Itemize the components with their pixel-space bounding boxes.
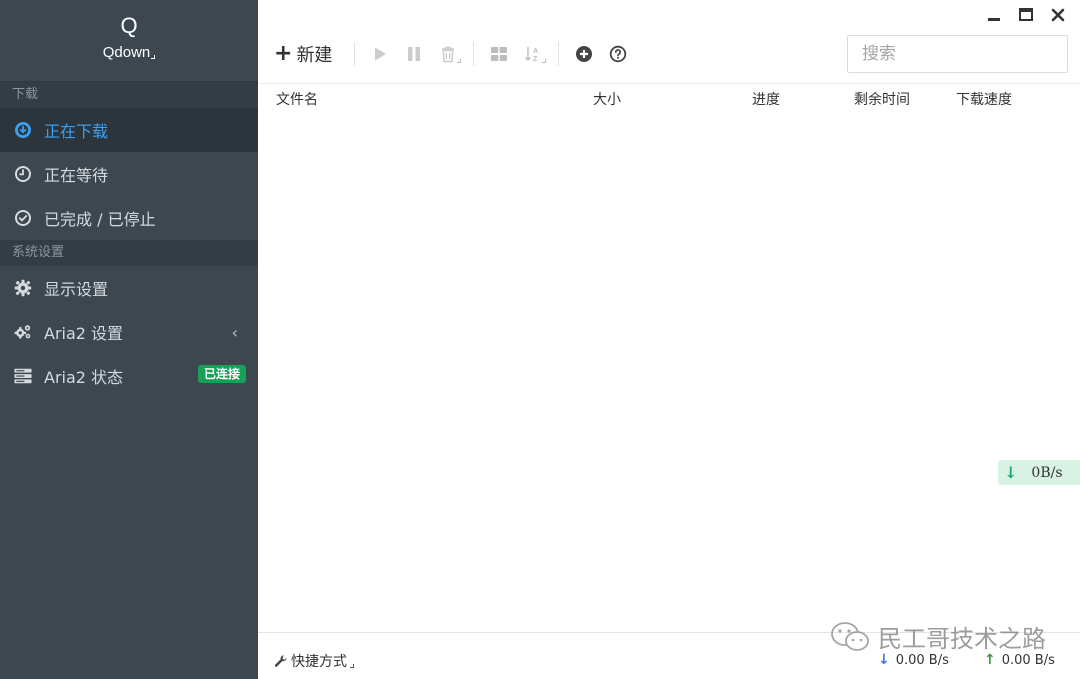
maximize-icon bbox=[1019, 8, 1033, 21]
pause-button[interactable] bbox=[399, 39, 429, 69]
add-button[interactable] bbox=[569, 39, 599, 69]
brand: Q Qdown bbox=[0, 0, 258, 82]
shortcut-menu[interactable]: 快捷方式 bbox=[274, 651, 354, 671]
sort-button[interactable]: AZ bbox=[518, 39, 548, 69]
grid-icon bbox=[491, 47, 508, 61]
maximize-button[interactable] bbox=[1010, 4, 1042, 26]
clock-icon bbox=[14, 165, 32, 183]
sidebar-item-label: 正在等待 bbox=[44, 166, 109, 185]
floating-speed-value: 0B/s bbox=[1031, 464, 1063, 481]
sidebar-item-downloading[interactable]: 正在下载 bbox=[0, 108, 258, 152]
column-header-progress[interactable]: 进度 bbox=[752, 89, 780, 109]
app-logo: Q bbox=[120, 13, 138, 38]
download-arrow-icon: ↓ bbox=[878, 652, 890, 668]
upload-speed-stat: ↑ 0.00 B/s bbox=[984, 652, 1055, 668]
new-task-label: 新建 bbox=[296, 45, 333, 66]
sidebar-item-display-settings[interactable]: 显示设置 bbox=[0, 266, 258, 310]
close-icon bbox=[1051, 8, 1065, 22]
sidebar-item-label: Aria2 设置 bbox=[44, 324, 124, 343]
chevron-left-icon: ‹ bbox=[231, 323, 238, 342]
pause-icon bbox=[408, 47, 421, 61]
sidebar-item-aria2-settings[interactable]: Aria2 设置 ‹ bbox=[0, 310, 258, 354]
search-input[interactable] bbox=[848, 36, 1080, 72]
server-icon bbox=[14, 367, 32, 385]
watermark: 民工哥技术之路 bbox=[830, 619, 1046, 654]
section-label-settings: 系统设置 bbox=[0, 240, 258, 266]
sidebar-item-label: 已完成 / 已停止 bbox=[44, 210, 156, 229]
download-list bbox=[258, 111, 1080, 631]
table-header: 文件名 大小 进度 剩余时间 下载速度 bbox=[258, 83, 1080, 111]
minimize-button[interactable] bbox=[978, 4, 1010, 26]
toolbar-divider bbox=[473, 42, 475, 66]
play-icon bbox=[375, 47, 387, 61]
check-circle-icon bbox=[14, 209, 32, 227]
download-speed-stat: ↓ 0.00 B/s bbox=[878, 652, 949, 668]
svg-text:Z: Z bbox=[533, 56, 538, 63]
sidebar-item-aria2-status[interactable]: Aria2 状态 已连接 bbox=[0, 354, 258, 398]
wrench-icon bbox=[274, 655, 287, 667]
column-header-remaining-time[interactable]: 剩余时间 bbox=[854, 89, 910, 109]
watermark-text: 民工哥技术之路 bbox=[878, 625, 1046, 653]
trash-icon bbox=[442, 46, 455, 63]
svg-text:A: A bbox=[533, 48, 538, 55]
wechat-logo-icon bbox=[831, 621, 869, 651]
window-controls bbox=[978, 4, 1074, 26]
close-button[interactable] bbox=[1042, 4, 1074, 26]
sort-az-icon: AZ bbox=[525, 47, 539, 63]
sidebar: Q Qdown 下载 正在下载 正在等待 已完成 / 已停止 系统设置 显示设置… bbox=[0, 0, 258, 679]
connected-badge: 已连接 bbox=[197, 365, 246, 383]
down-arrow-icon: ↓ bbox=[1004, 463, 1018, 482]
floating-speed-indicator[interactable]: ↓ 0B/s bbox=[998, 460, 1080, 485]
section-label-download: 下载 bbox=[0, 82, 258, 108]
column-header-filename[interactable]: 文件名 bbox=[276, 89, 318, 109]
shortcut-label: 快捷方式 bbox=[291, 654, 347, 670]
question-circle-icon bbox=[610, 45, 627, 63]
sidebar-item-label: 显示设置 bbox=[44, 280, 109, 299]
plus-icon: + bbox=[274, 41, 293, 66]
select-all-button[interactable] bbox=[484, 39, 514, 69]
delete-button[interactable] bbox=[433, 39, 463, 69]
toolbar-divider bbox=[558, 42, 560, 66]
sidebar-item-finished[interactable]: 已完成 / 已停止 bbox=[0, 196, 258, 240]
plus-circle-icon bbox=[576, 46, 593, 62]
sidebar-item-label: 正在下载 bbox=[44, 122, 109, 141]
column-header-size[interactable]: 大小 bbox=[593, 89, 621, 109]
main-panel: + 新建 AZ 文件名 bbox=[258, 0, 1080, 679]
start-button[interactable] bbox=[365, 39, 395, 69]
search-box bbox=[847, 35, 1080, 73]
column-header-download-speed[interactable]: 下载速度 bbox=[956, 89, 1012, 109]
toolbar-divider bbox=[354, 42, 356, 66]
gear-icon bbox=[14, 279, 32, 297]
upload-arrow-icon: ↑ bbox=[984, 652, 996, 668]
help-button[interactable] bbox=[603, 39, 633, 69]
download-speed-value: 0.00 B/s bbox=[895, 652, 949, 668]
sidebar-item-label: Aria2 状态 bbox=[44, 368, 124, 387]
upload-speed-value: 0.00 B/s bbox=[1001, 652, 1055, 668]
minimize-icon bbox=[988, 18, 1000, 21]
status-bar: 民工哥技术之路 快捷方式 ↓ 0.00 B/s ↑ 0.00 B/s bbox=[258, 621, 1080, 679]
app-name-menu[interactable]: Qdown bbox=[0, 44, 258, 61]
new-task-button[interactable]: + 新建 bbox=[274, 41, 332, 67]
gears-icon bbox=[14, 323, 32, 341]
download-circle-icon bbox=[14, 121, 32, 139]
sidebar-item-waiting[interactable]: 正在等待 bbox=[0, 152, 258, 196]
